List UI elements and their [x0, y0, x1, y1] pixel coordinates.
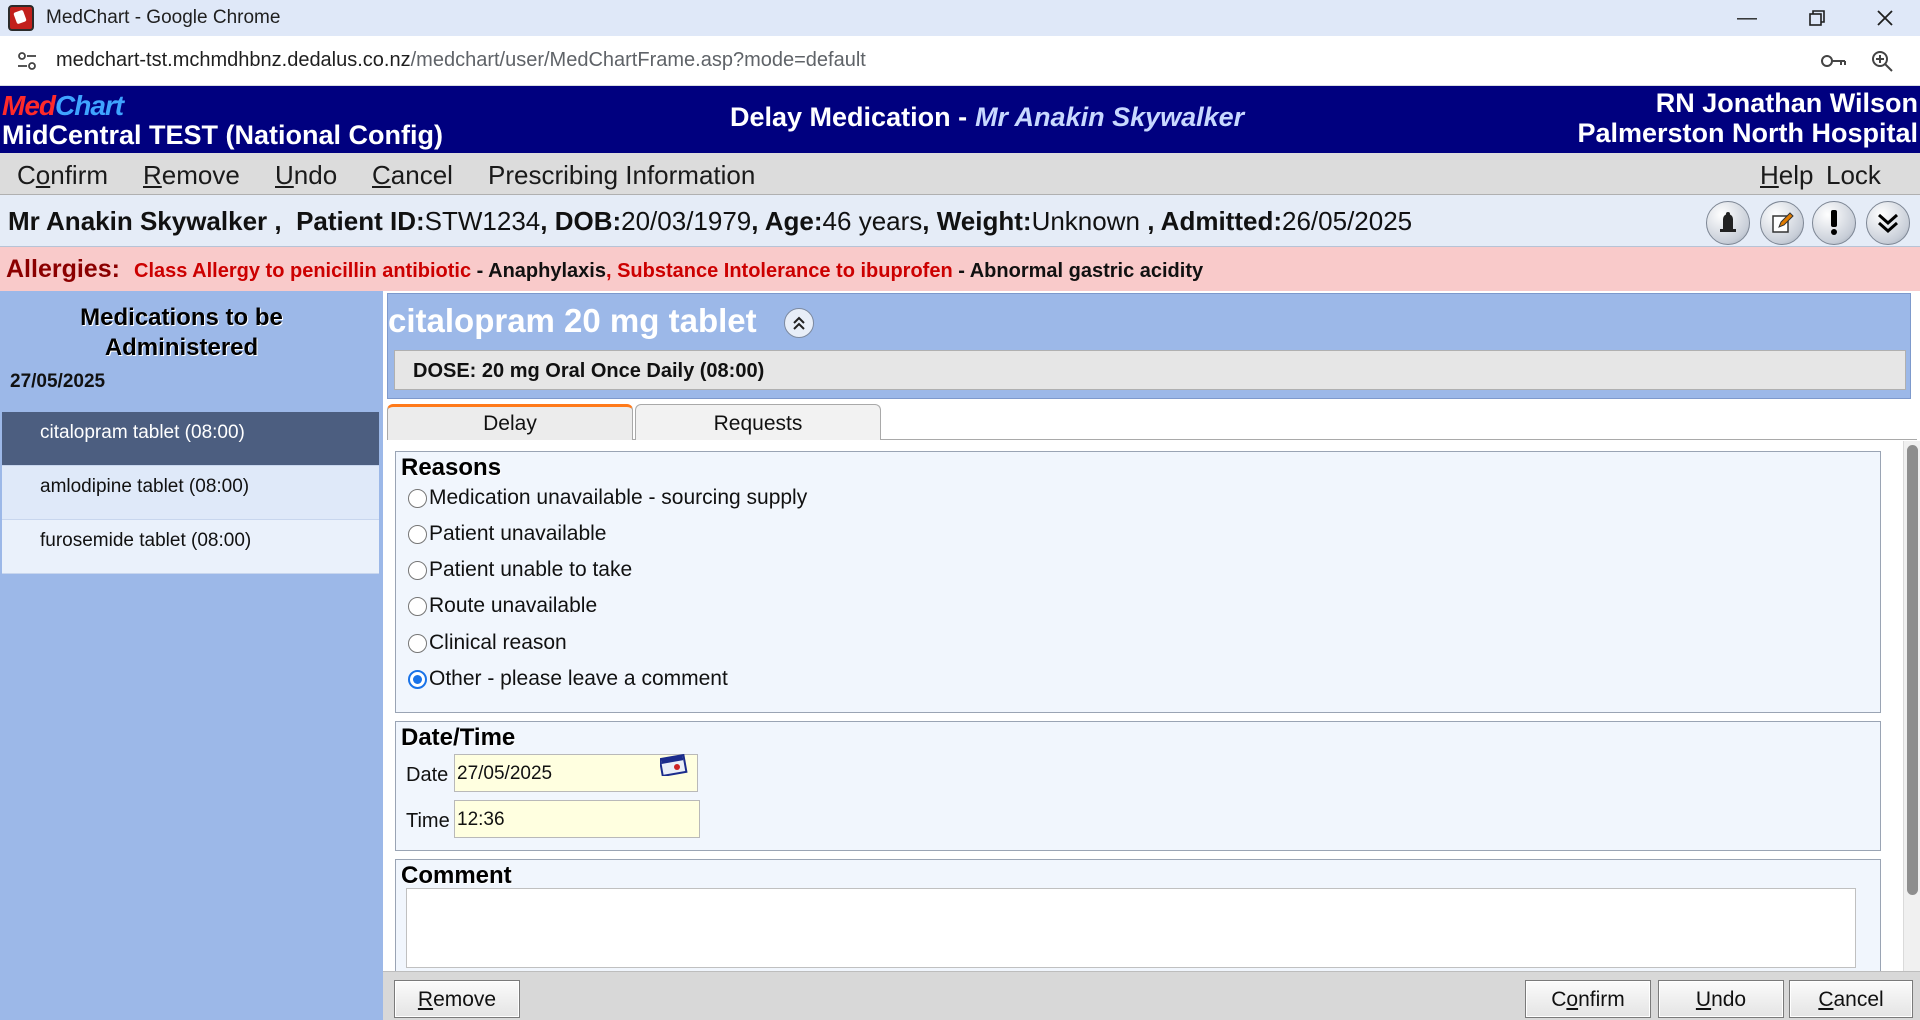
patient-id: STW1234 [424, 206, 541, 236]
patient-name: Mr Anakin Skywalker [8, 206, 268, 236]
medications-heading: Medications to be Administered [80, 304, 283, 361]
key-icon[interactable] [1820, 48, 1848, 74]
screen-title: Delay Medication - Mr Anakin Skywalker [730, 102, 1245, 132]
radio-button-selected[interactable] [408, 669, 427, 689]
comment-group: Comment [395, 859, 1881, 971]
menu-prescribing-information[interactable]: Prescribing Information [488, 160, 755, 191]
screen-title-patient: Mr Anakin Skywalker [975, 102, 1245, 132]
menu-confirm[interactable]: Confirm [17, 160, 108, 191]
tab-delay[interactable]: Delay [387, 404, 633, 440]
date-label: Date [406, 764, 449, 786]
reason-option-patient-unable-to-take[interactable]: Patient unable to take [408, 558, 632, 582]
tab-strip: Delay Requests [387, 404, 1917, 440]
action-bar: Remove Confirm Undo Cancel [383, 971, 1920, 1020]
time-label: Time [406, 810, 450, 832]
medication-item-citalopram[interactable]: citalopram tablet (08:00) [2, 412, 379, 466]
menu-bar: Confirm Remove Undo Cancel Prescribing I… [0, 153, 1920, 195]
radio-button[interactable] [408, 596, 427, 616]
reason-option-other[interactable]: Other - please leave a comment [408, 667, 728, 691]
reason-option-route-unavailable[interactable]: Route unavailable [408, 594, 597, 618]
allergies-label: Allergies: [6, 255, 120, 283]
patient-weight: Unknown [1031, 206, 1140, 236]
edit-note-icon[interactable] [1760, 201, 1804, 245]
tab-requests[interactable]: Requests [635, 404, 881, 440]
menu-help[interactable]: Help [1760, 160, 1813, 191]
menu-undo[interactable]: Undo [275, 160, 337, 191]
close-icon[interactable] [1850, 0, 1920, 36]
allergy-bar: Allergies: Class Allergy to penicillin a… [0, 247, 1920, 291]
scrollbar-thumb[interactable] [1907, 445, 1918, 895]
drug-name: citalopram 20 mg tablet [388, 302, 757, 339]
dose-instructions: DOSE: 20 mg Oral Once Daily (08:00) [394, 350, 1906, 390]
collapse-up-icon[interactable] [784, 308, 814, 338]
expand-banner-icon[interactable] [1866, 201, 1910, 245]
undo-button[interactable]: Undo [1658, 980, 1784, 1018]
patient-age: 46 years [822, 206, 923, 236]
reasons-title: Reasons [401, 454, 502, 481]
site-settings-icon[interactable] [14, 48, 40, 74]
medications-panel: Medications to be Administered 27/05/2025… [0, 291, 383, 1020]
bell-icon[interactable] [1706, 201, 1750, 245]
patient-dob: 20/03/1979 [621, 206, 752, 236]
allergies-list: Class Allergy to penicillin antibiotic -… [134, 260, 1204, 282]
drug-header: citalopram 20 mg tablet DOSE: 20 mg Oral… [387, 293, 1911, 399]
restore-icon[interactable] [1782, 0, 1852, 36]
menu-lock[interactable]: Lock [1826, 160, 1881, 191]
minimize-icon[interactable]: — [1712, 0, 1782, 36]
address-bar[interactable]: medchart-tst.mchmdhbnz.dedalus.co.nz/med… [0, 36, 1920, 86]
administration-date: 27/05/2025 [10, 371, 106, 392]
patient-banner: Mr Anakin Skywalker , Patient ID:STW1234… [0, 195, 1920, 247]
radio-button[interactable] [408, 488, 427, 508]
time-field[interactable]: 12:36 [454, 800, 700, 838]
medication-item-amlodipine[interactable]: amlodipine tablet (08:00) [2, 466, 379, 520]
reasons-group: Reasons Medication unavailable - sourcin… [395, 451, 1881, 713]
hospital-name: Palmerston North Hospital [1577, 118, 1918, 148]
datetime-title: Date/Time [401, 724, 516, 751]
radio-button[interactable] [408, 560, 427, 580]
comment-textarea[interactable] [406, 888, 1856, 968]
radio-button[interactable] [408, 524, 427, 544]
menu-cancel[interactable]: Cancel [372, 160, 453, 191]
zoom-icon[interactable] [1868, 48, 1896, 74]
reason-option-medication-unavailable[interactable]: Medication unavailable - sourcing supply [408, 486, 807, 510]
medchart-app-icon [8, 5, 34, 31]
form-area: Reasons Medication unavailable - sourcin… [387, 441, 1899, 971]
medchart-logo: MedChart [2, 90, 124, 121]
window-title: MedChart - Google Chrome [46, 7, 281, 28]
organisation-name: MidCentral TEST (National Config) [2, 120, 443, 150]
alert-icon[interactable] [1812, 201, 1856, 245]
cancel-button[interactable]: Cancel [1789, 980, 1913, 1018]
medication-list: citalopram tablet (08:00) amlodipine tab… [2, 412, 379, 574]
reason-option-clinical-reason[interactable]: Clinical reason [408, 631, 567, 655]
reason-option-patient-unavailable[interactable]: Patient unavailable [408, 522, 606, 546]
logged-in-user: RN Jonathan Wilson [1655, 88, 1918, 118]
form-scrollbar[interactable] [1903, 441, 1920, 971]
patient-admitted: 26/05/2025 [1282, 206, 1413, 236]
radio-button[interactable] [408, 633, 427, 653]
menu-remove[interactable]: Remove [143, 160, 240, 191]
browser-title-bar: MedChart - Google Chrome — [0, 0, 1920, 36]
delay-form-panel: citalopram 20 mg tablet DOSE: 20 mg Oral… [383, 291, 1920, 1020]
confirm-button[interactable]: Confirm [1525, 980, 1651, 1018]
calendar-icon[interactable] [658, 753, 688, 778]
patient-details: Mr Anakin Skywalker , Patient ID:STW1234… [8, 206, 1413, 236]
datetime-group: Date/Time Date 27/05/2025 Time 12:36 [395, 721, 1881, 851]
remove-button[interactable]: Remove [394, 980, 520, 1018]
medication-item-furosemide[interactable]: furosemide tablet (08:00) [2, 520, 379, 574]
url-text[interactable]: medchart-tst.mchmdhbnz.dedalus.co.nz/med… [56, 49, 866, 72]
app-header: MedChart MidCentral TEST (National Confi… [0, 86, 1920, 153]
comment-title: Comment [401, 862, 512, 889]
